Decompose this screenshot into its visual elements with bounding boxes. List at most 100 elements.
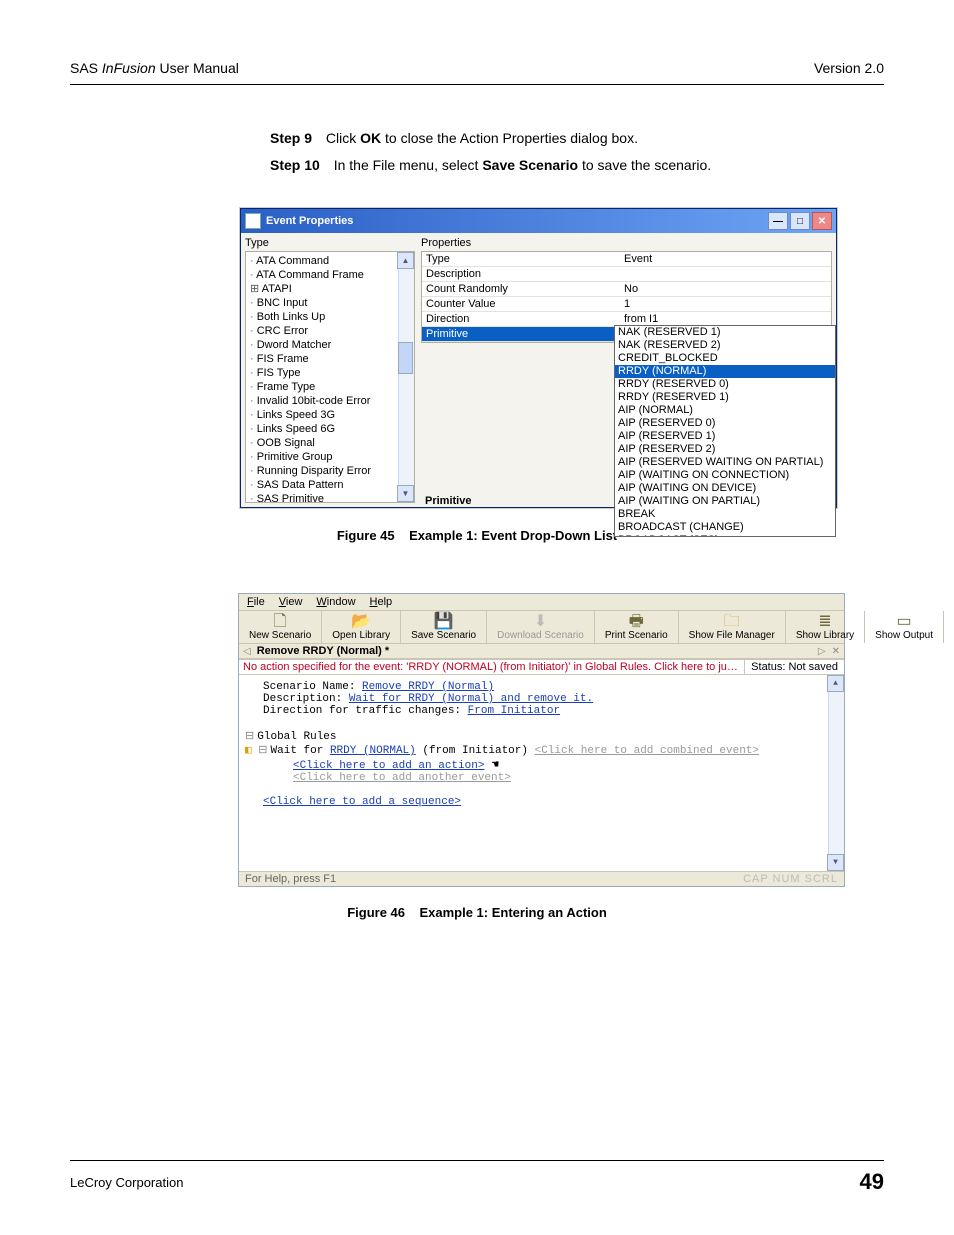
tree-scrollbar-track[interactable]: [398, 268, 414, 486]
tree-item[interactable]: · BNC Input: [250, 296, 412, 310]
close-button[interactable]: ✕: [812, 212, 832, 230]
editor-scrollbar-track[interactable]: [828, 691, 844, 855]
property-row[interactable]: Count RandomlyNo: [422, 282, 831, 297]
tree-item[interactable]: · Frame Type: [250, 380, 412, 394]
download-scenario-button: ⬇Download Scenario: [487, 611, 595, 643]
tree-item[interactable]: · Invalid 10bit-code Error: [250, 394, 412, 408]
tree-scroll-up-icon[interactable]: ▲: [397, 252, 414, 269]
show-library-label: Show Library: [796, 630, 854, 641]
step-bold: Save Scenario: [482, 157, 578, 173]
menu-help[interactable]: Help: [370, 596, 393, 608]
tree-item[interactable]: · ATA Command Frame: [250, 268, 412, 282]
dropdown-option[interactable]: AIP (NORMAL): [615, 404, 835, 417]
new-scenario-button[interactable]: 🗋New Scenario: [239, 611, 322, 643]
menubar: File View Window Help: [239, 594, 844, 610]
show-output-icon: ▭: [875, 614, 933, 630]
save-scenario-icon: 💾: [411, 614, 476, 630]
cursor-hand-icon: ☚: [484, 758, 498, 772]
dropdown-option[interactable]: AIP (RESERVED 0): [615, 417, 835, 430]
tab-scenario[interactable]: Remove RRDY (Normal) *: [257, 645, 389, 657]
tree-collapse-icon[interactable]: ⊟: [245, 730, 257, 742]
dropdown-option[interactable]: CREDIT_BLOCKED: [615, 352, 835, 365]
open-library-button[interactable]: 📂Open Library: [322, 611, 401, 643]
tab-close-icon[interactable]: ✕: [832, 646, 840, 657]
dropdown-option[interactable]: RRDY (RESERVED 1): [615, 391, 835, 404]
primitive-dropdown-list[interactable]: NAK (RESERVED 1)NAK (RESERVED 2)CREDIT_B…: [614, 325, 836, 537]
tree-item[interactable]: · CRC Error: [250, 324, 412, 338]
editor-area[interactable]: Scenario Name: Remove RRDY (Normal) Desc…: [239, 675, 844, 872]
property-key: Counter Value: [422, 297, 620, 311]
save-scenario-button[interactable]: 💾Save Scenario: [401, 611, 487, 643]
tree-item[interactable]: · ATA Command: [250, 254, 412, 268]
show-file-manager-label: Show File Manager: [689, 630, 775, 641]
show-output-button[interactable]: ▭Show Output: [865, 611, 944, 643]
open-library-label: Open Library: [332, 630, 390, 641]
dropdown-option[interactable]: BREAK: [615, 508, 835, 521]
maximize-button[interactable]: □: [790, 212, 810, 230]
dropdown-option[interactable]: AIP (WAITING ON DEVICE): [615, 482, 835, 495]
add-another-event-link[interactable]: <Click here to add another event>: [293, 772, 511, 784]
tree-item[interactable]: · Running Disparity Error: [250, 464, 412, 478]
tree-scrollbar-thumb[interactable]: [398, 342, 413, 374]
editor-scroll-down-icon[interactable]: ▼: [827, 854, 844, 871]
direction-link[interactable]: From Initiator: [468, 705, 560, 717]
dropdown-option[interactable]: AIP (RESERVED WAITING ON PARTIAL): [615, 456, 835, 469]
tree-item[interactable]: · Both Links Up: [250, 310, 412, 324]
minimize-button[interactable]: —: [768, 212, 788, 230]
tab-next-icon[interactable]: ▷: [818, 646, 826, 657]
tree-scroll-down-icon[interactable]: ▼: [397, 485, 414, 502]
property-key: Count Randomly: [422, 282, 620, 296]
statusbar-help: For Help, press F1: [245, 873, 336, 885]
add-combined-event-link[interactable]: <Click here to add combined event>: [535, 745, 759, 757]
property-row[interactable]: Counter Value1: [422, 297, 831, 312]
tree-item[interactable]: · FIS Type: [250, 366, 412, 380]
property-value[interactable]: [620, 267, 831, 281]
property-row[interactable]: Description: [422, 267, 831, 282]
print-scenario-button[interactable]: 🖶Print Scenario: [595, 611, 679, 643]
warning-message[interactable]: No action specified for the event: 'RRDY…: [239, 660, 744, 674]
tree-item[interactable]: · SAS Primitive: [250, 492, 412, 503]
tree-item[interactable]: · FIS Frame: [250, 352, 412, 366]
scenario-name-link[interactable]: Remove RRDY (Normal): [362, 681, 494, 693]
print-scenario-label: Print Scenario: [605, 630, 668, 641]
dropdown-option[interactable]: AIP (WAITING ON CONNECTION): [615, 469, 835, 482]
tree-item[interactable]: · OOB Signal: [250, 436, 412, 450]
editor-scroll-up-icon[interactable]: ▲: [827, 675, 844, 692]
dropdown-option[interactable]: NAK (RESERVED 1): [615, 326, 835, 339]
titlebar[interactable]: Event Properties — □ ✕: [241, 209, 836, 233]
tree-collapse-icon[interactable]: ⊟: [258, 744, 270, 756]
menu-file[interactable]: File: [247, 596, 265, 608]
property-value[interactable]: No: [620, 282, 831, 296]
add-action-link[interactable]: <Click here to add an action>: [293, 760, 484, 772]
tree-item[interactable]: · Links Speed 6G: [250, 422, 412, 436]
menu-view[interactable]: View: [279, 596, 303, 608]
type-tree[interactable]: · ATA Command· ATA Command Frame⊞ ATAPI·…: [245, 251, 415, 503]
property-key: Direction: [422, 312, 620, 326]
tree-item[interactable]: · SAS Data Pattern: [250, 478, 412, 492]
property-row[interactable]: TypeEvent: [422, 252, 831, 267]
property-value[interactable]: 1: [620, 297, 831, 311]
menu-window[interactable]: Window: [316, 596, 355, 608]
dropdown-option[interactable]: AIP (WAITING ON PARTIAL): [615, 495, 835, 508]
dropdown-option[interactable]: BROADCAST (CHANGE): [615, 521, 835, 534]
footer-company: LeCroy Corporation: [70, 1175, 183, 1190]
add-sequence-link[interactable]: <Click here to add a sequence>: [263, 796, 461, 808]
show-library-button[interactable]: ≣Show Library: [786, 611, 865, 643]
dropdown-option[interactable]: NAK (RESERVED 2): [615, 339, 835, 352]
description-label: Description:: [263, 693, 349, 705]
dropdown-option[interactable]: RRDY (RESERVED 0): [615, 378, 835, 391]
show-file-manager-button[interactable]: 🗀Show File Manager: [679, 611, 786, 643]
dropdown-option[interactable]: AIP (RESERVED 2): [615, 443, 835, 456]
description-link[interactable]: Wait for RRDY (Normal) and remove it.: [349, 693, 593, 705]
property-value[interactable]: Event: [620, 252, 831, 266]
dropdown-option[interactable]: BROADCAST (SES): [615, 534, 835, 537]
tree-item[interactable]: ⊞ ATAPI: [250, 282, 412, 296]
tree-item[interactable]: · Primitive Group: [250, 450, 412, 464]
tree-item[interactable]: · Links Speed 3G: [250, 408, 412, 422]
tree-item[interactable]: · Dword Matcher: [250, 338, 412, 352]
tab-prev-icon[interactable]: ◁: [243, 646, 251, 657]
dropdown-option[interactable]: AIP (RESERVED 1): [615, 430, 835, 443]
wait-event-link[interactable]: RRDY (NORMAL): [330, 745, 416, 757]
dropdown-option[interactable]: RRDY (NORMAL): [615, 365, 835, 378]
property-value[interactable]: from I1: [620, 312, 831, 326]
